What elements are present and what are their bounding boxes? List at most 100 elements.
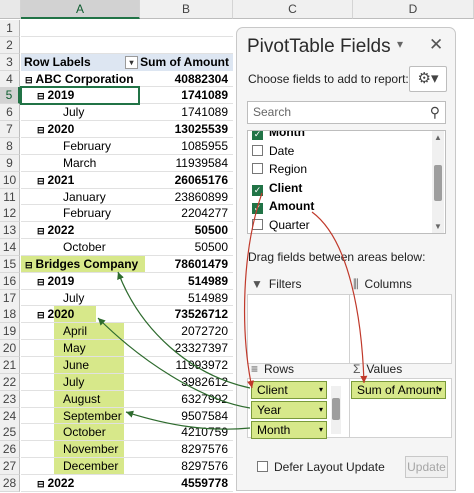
- cell-a[interactable]: July: [21, 374, 139, 391]
- rows-area-scrollbar[interactable]: [331, 386, 341, 434]
- row-header[interactable]: 3: [0, 53, 20, 71]
- row-header[interactable]: 28: [0, 474, 20, 492]
- columns-area[interactable]: [349, 294, 452, 364]
- cell-a[interactable]: ⊟ 2020: [21, 306, 139, 323]
- chevron-down-icon[interactable]: ▾: [438, 382, 442, 398]
- cell-b[interactable]: 514989: [140, 290, 232, 307]
- cell-a[interactable]: ⊟ 2020: [21, 121, 139, 138]
- row-header[interactable]: 24: [0, 407, 20, 425]
- cell-b[interactable]: 2072720: [140, 323, 232, 340]
- cell-a[interactable]: January: [21, 189, 139, 206]
- row-header[interactable]: 7: [0, 121, 20, 139]
- minus-box-icon[interactable]: ⊟: [37, 479, 45, 489]
- update-button[interactable]: Update: [405, 456, 448, 478]
- defer-checkbox-box[interactable]: [257, 461, 268, 472]
- cell-b[interactable]: 23860899: [140, 189, 232, 206]
- row-header[interactable]: 25: [0, 424, 20, 442]
- rows-field-pill[interactable]: Year ▾: [251, 401, 327, 419]
- cell-b[interactable]: 514989: [140, 273, 232, 290]
- cell-b[interactable]: 2204277: [140, 205, 232, 222]
- column-header-a[interactable]: A: [21, 0, 140, 19]
- minus-box-icon[interactable]: ⊟: [37, 176, 45, 186]
- cell-a[interactable]: April: [21, 323, 139, 340]
- cell-b[interactable]: 9507584: [140, 408, 232, 425]
- cell-a[interactable]: February: [21, 138, 139, 155]
- cell-a[interactable]: ⊟ 2019: [21, 273, 139, 290]
- row-header[interactable]: 4: [0, 70, 20, 88]
- cell-b[interactable]: 50500: [140, 239, 232, 256]
- field-checkbox[interactable]: [252, 144, 263, 156]
- cell-a[interactable]: September: [21, 408, 139, 425]
- cell-a[interactable]: July: [21, 104, 139, 121]
- scroll-thumb[interactable]: [434, 165, 442, 201]
- cell-b[interactable]: [140, 20, 232, 37]
- chevron-down-icon[interactable]: ▾: [319, 402, 323, 418]
- gear-icon[interactable]: ⚙▾: [409, 66, 447, 92]
- field-checkbox[interactable]: [252, 163, 263, 175]
- cell-a[interactable]: August: [21, 391, 139, 408]
- cell-a[interactable]: October: [21, 424, 139, 441]
- cell-a[interactable]: December: [21, 458, 139, 475]
- cell-b[interactable]: 73526712: [140, 306, 232, 323]
- cell-a[interactable]: October: [21, 239, 139, 256]
- cell-a[interactable]: ⊟ Bridges Company: [21, 256, 139, 273]
- field-list-scrollbar[interactable]: ▲ ▼: [432, 131, 444, 233]
- row-header[interactable]: 26: [0, 441, 20, 459]
- cell-b[interactable]: 11993972: [140, 357, 232, 374]
- cell-a[interactable]: May: [21, 340, 139, 357]
- scroll-down-icon[interactable]: ▼: [434, 222, 442, 231]
- field-checkbox[interactable]: ✓: [252, 131, 263, 140]
- row-header[interactable]: 10: [0, 171, 20, 189]
- minus-box-icon[interactable]: ⊟: [37, 277, 45, 287]
- cell-b[interactable]: 26065176: [140, 172, 232, 189]
- row-header[interactable]: 6: [0, 104, 20, 122]
- values-field-pill[interactable]: Sum of Amount ▾: [351, 381, 446, 399]
- chevron-down-icon[interactable]: ▾: [319, 382, 323, 398]
- minus-box-icon[interactable]: ⊟: [37, 310, 45, 320]
- field-checkbox[interactable]: ✓: [252, 203, 263, 215]
- cell-a[interactable]: ⊟ ABC Corporation: [21, 71, 139, 88]
- cell-b[interactable]: 1741089: [140, 104, 232, 121]
- cell-b[interactable]: 11939584: [140, 155, 232, 172]
- select-all-corner[interactable]: [0, 0, 21, 19]
- field-item[interactable]: Region: [252, 160, 307, 178]
- row-header[interactable]: 19: [0, 323, 20, 341]
- cell-b[interactable]: 4210759: [140, 424, 232, 441]
- field-item[interactable]: Date: [252, 142, 294, 160]
- chevron-down-icon[interactable]: ▾: [397, 37, 403, 51]
- cell-b[interactable]: 1741089: [140, 87, 232, 104]
- row-header[interactable]: 17: [0, 289, 20, 307]
- row-header[interactable]: 14: [0, 239, 20, 257]
- field-item[interactable]: ✓ Month: [252, 131, 305, 141]
- row-header[interactable]: 27: [0, 458, 20, 476]
- active-cell[interactable]: [20, 86, 140, 106]
- row-header[interactable]: 21: [0, 357, 20, 374]
- field-item[interactable]: Quarter: [252, 216, 310, 233]
- row-header[interactable]: 8: [0, 137, 20, 155]
- row-header[interactable]: 20: [0, 340, 20, 358]
- row-header[interactable]: 18: [0, 306, 20, 324]
- row-header[interactable]: 5: [0, 87, 20, 105]
- field-item[interactable]: ✓ Client: [252, 179, 302, 197]
- close-icon[interactable]: ✕: [429, 35, 443, 55]
- cell-b[interactable]: 40882304: [140, 71, 232, 88]
- rows-field-pill[interactable]: Client ▾: [251, 381, 327, 399]
- cell-b[interactable]: [140, 37, 232, 54]
- field-item[interactable]: ✓ Amount: [252, 197, 314, 215]
- scroll-up-icon[interactable]: ▲: [434, 133, 442, 142]
- row-header[interactable]: 1: [0, 20, 20, 37]
- cell-a[interactable]: November: [21, 441, 139, 458]
- rows-field-pill[interactable]: Month ▾: [251, 421, 327, 439]
- chevron-down-icon[interactable]: ▾: [319, 422, 323, 438]
- row-header[interactable]: 9: [0, 154, 20, 172]
- row-header[interactable]: 11: [0, 188, 20, 206]
- cell-a[interactable]: ⊟ 2022: [21, 475, 139, 492]
- cell-a[interactable]: March: [21, 155, 139, 172]
- row-header[interactable]: 16: [0, 272, 20, 290]
- row-header[interactable]: 12: [0, 205, 20, 223]
- cell-b[interactable]: 6327992: [140, 391, 232, 408]
- filters-area[interactable]: [247, 294, 350, 364]
- cell-a[interactable]: June: [21, 357, 139, 374]
- row-header[interactable]: 13: [0, 222, 20, 240]
- filter-dropdown-icon[interactable]: ▾: [125, 55, 138, 69]
